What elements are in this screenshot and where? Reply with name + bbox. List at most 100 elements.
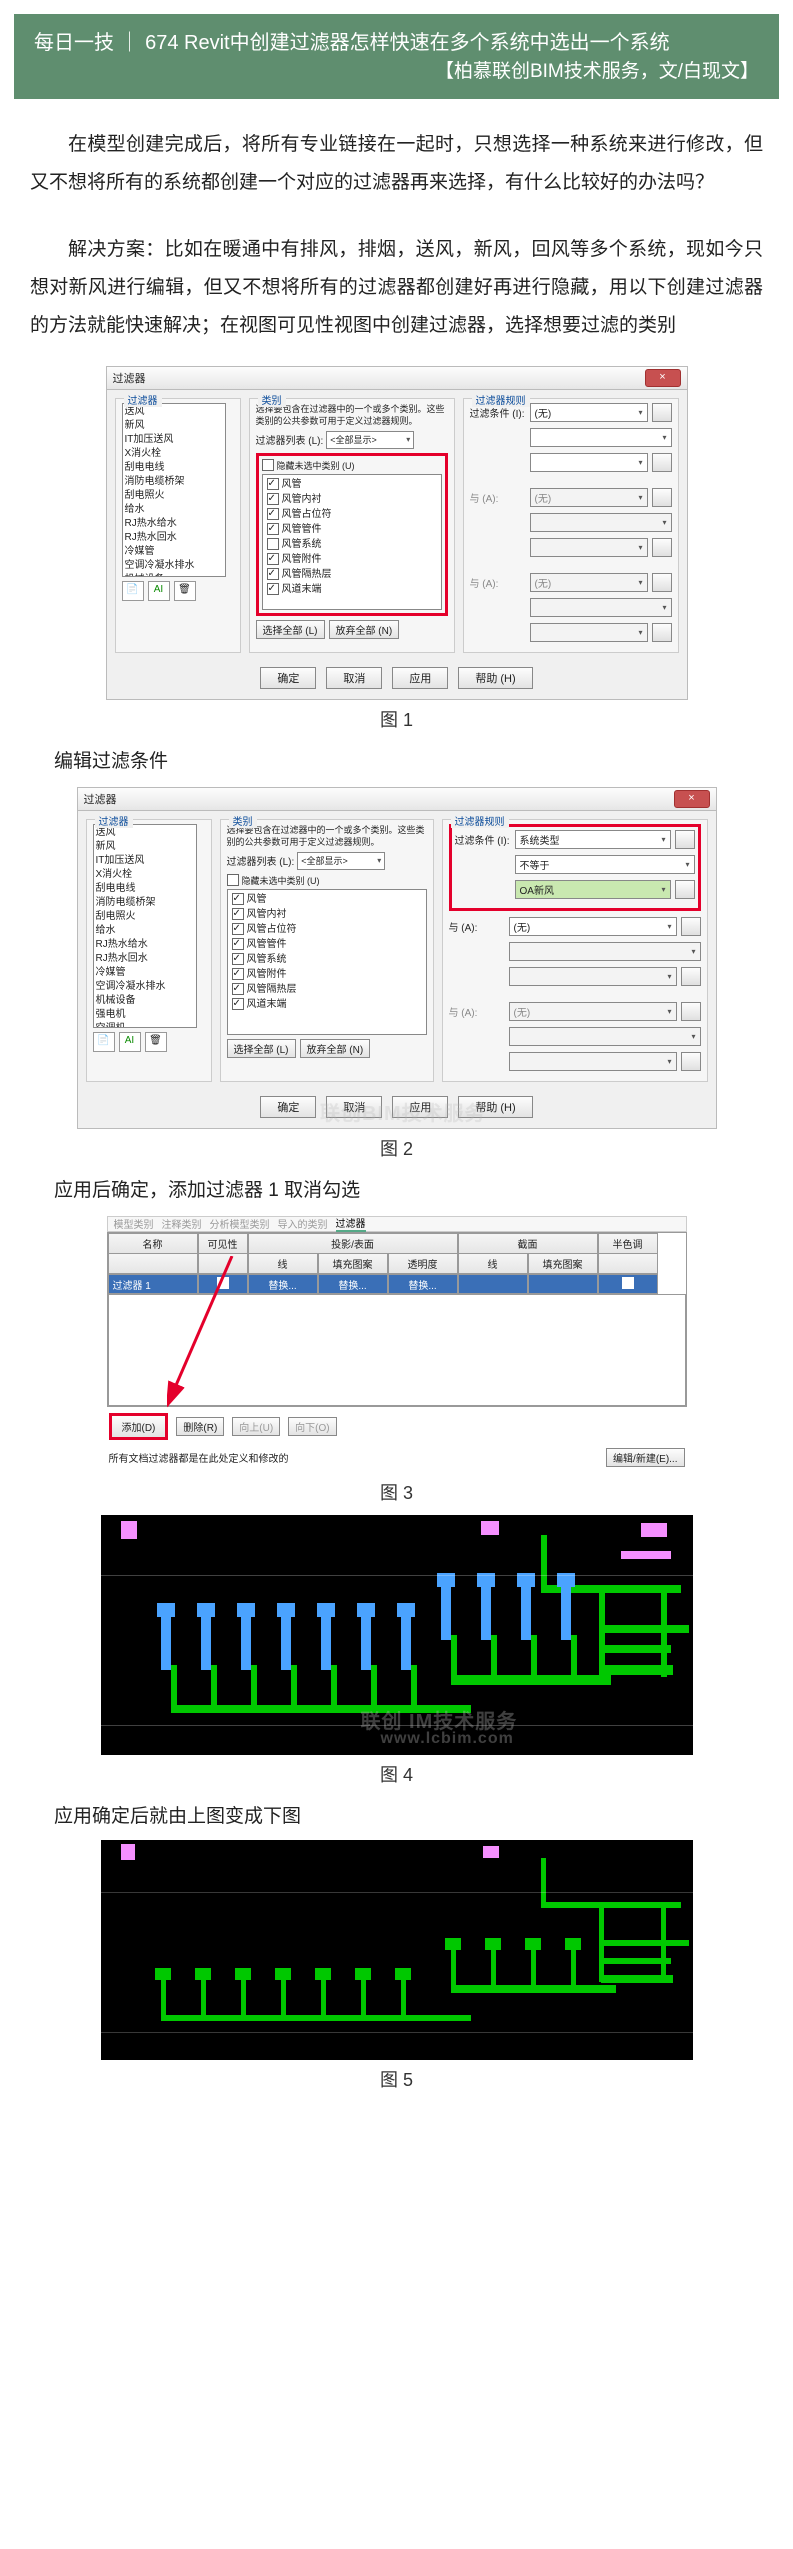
rule-combo-1b[interactable]: 不等于▾ bbox=[515, 855, 695, 874]
rule-combo-1c[interactable]: ▾ bbox=[530, 453, 648, 472]
vg-row-line-override[interactable]: 替换... bbox=[248, 1274, 318, 1294]
filter-list-item[interactable]: 刮电电线 bbox=[125, 461, 223, 475]
vg-tab[interactable]: 模型类别 bbox=[114, 1216, 154, 1231]
category-checkbox[interactable] bbox=[267, 508, 279, 520]
select-all-button[interactable]: 选择全部 (L) bbox=[256, 620, 325, 639]
rename-filter-icon[interactable]: AI bbox=[119, 1032, 141, 1052]
delete-filter-icon[interactable]: 🗑 bbox=[174, 581, 196, 601]
category-tree-item[interactable]: 风管内衬 bbox=[267, 492, 437, 507]
deselect-all-button[interactable]: 放弃全部 (N) bbox=[300, 1039, 371, 1058]
apply-button[interactable]: 应用 bbox=[392, 1096, 448, 1118]
vg-tabs[interactable]: 模型类别注释类别分析模型类别导入的类别过滤器 bbox=[107, 1216, 687, 1232]
category-checkbox[interactable] bbox=[267, 493, 279, 505]
vg-tab[interactable]: 导入的类别 bbox=[278, 1216, 328, 1231]
category-tree-item[interactable]: 风管 bbox=[267, 477, 437, 492]
hide-unchecked-checkbox[interactable] bbox=[262, 459, 274, 471]
filter-list-item[interactable]: 冷媒管 bbox=[125, 545, 223, 559]
filter-list-item[interactable]: 刮电电线 bbox=[96, 882, 194, 896]
filter-list-item[interactable]: 刮电照火 bbox=[96, 910, 194, 924]
rule-ellipsis-button[interactable] bbox=[681, 917, 701, 936]
category-tree-item[interactable]: 风管系统 bbox=[232, 952, 422, 967]
category-checkbox[interactable] bbox=[232, 998, 244, 1010]
filter-list-item[interactable]: RJ热水回水 bbox=[96, 952, 194, 966]
category-tree-item[interactable]: 风管隔热层 bbox=[232, 982, 422, 997]
filter-list-item[interactable]: 空调冷凝水排水 bbox=[96, 980, 194, 994]
filter-listbox[interactable]: 送风新风IT加压送风X消火栓刮电电线消防电缆桥架刮电照火给水RJ热水给水RJ热水… bbox=[122, 403, 226, 577]
filter-list-item[interactable]: 给水 bbox=[125, 503, 223, 517]
categories-tree[interactable]: 风管风管内衬风管占位符风管管件风管系统风管附件风管隔热层风道末端 bbox=[262, 474, 442, 610]
apply-button[interactable]: 应用 bbox=[392, 667, 448, 689]
filter-list-item[interactable]: RJ热水回水 bbox=[125, 531, 223, 545]
vg-row-cfill[interactable] bbox=[528, 1274, 598, 1294]
delete-filter-icon[interactable]: 🗑 bbox=[145, 1032, 167, 1052]
categories-tree[interactable]: 风管风管内衬风管占位符风管管件风管系统风管附件风管隔热层风道末端 bbox=[227, 889, 427, 1035]
remove-button[interactable]: 删除(R) bbox=[176, 1417, 224, 1436]
rule-combo-1a[interactable]: (无)▾ bbox=[530, 403, 648, 422]
filter-listbox[interactable]: 送风新风IT加压送风X消火栓刮电电线消防电缆桥架刮电照火给水RJ热水给水RJ热水… bbox=[93, 824, 197, 1028]
filter-list-item[interactable]: 给水 bbox=[96, 924, 194, 938]
edit-new-button[interactable]: 编辑/新建(E)... bbox=[606, 1448, 684, 1467]
rule-combo-1c[interactable]: OA新风▾ bbox=[515, 880, 671, 899]
rule-ellipsis-button[interactable] bbox=[675, 830, 695, 849]
category-tree-item[interactable]: 风管内衬 bbox=[232, 907, 422, 922]
filter-list-item[interactable]: 消防电缆桥架 bbox=[96, 896, 194, 910]
rule-ellipsis-button[interactable] bbox=[652, 403, 672, 422]
help-button[interactable]: 帮助 (H) bbox=[458, 1096, 532, 1118]
category-tree-item[interactable]: 风管占位符 bbox=[267, 507, 437, 522]
rule-combo-1b[interactable]: ▾ bbox=[530, 428, 672, 447]
vg-row-cline[interactable] bbox=[458, 1274, 528, 1294]
vg-tab[interactable]: 注释类别 bbox=[162, 1216, 202, 1231]
filter-list-item[interactable]: 送风 bbox=[125, 405, 223, 419]
category-checkbox[interactable] bbox=[267, 523, 279, 535]
rule-combo-2a[interactable]: (无)▾ bbox=[509, 917, 677, 936]
filter-list-item[interactable]: IT加压送风 bbox=[96, 854, 194, 868]
category-checkbox[interactable] bbox=[267, 568, 279, 580]
category-checkbox[interactable] bbox=[232, 953, 244, 965]
category-checkbox[interactable] bbox=[267, 553, 279, 565]
category-checkbox[interactable] bbox=[232, 923, 244, 935]
cancel-button[interactable]: 取消 bbox=[326, 667, 382, 689]
category-tree-item[interactable]: 风管隔热层 bbox=[267, 567, 437, 582]
vg-row-name[interactable]: 过滤器 1 bbox=[108, 1274, 198, 1294]
close-icon[interactable]: × bbox=[645, 369, 681, 387]
vg-row-fill-override[interactable]: 替换... bbox=[318, 1274, 388, 1294]
filter-list-item[interactable]: 冷媒管 bbox=[96, 966, 194, 980]
rule-ellipsis-button[interactable] bbox=[675, 880, 695, 899]
category-tree-item[interactable]: 风管附件 bbox=[232, 967, 422, 982]
filter-list-item[interactable]: 空调机 bbox=[96, 1022, 194, 1028]
filter-list-item[interactable]: 送风 bbox=[96, 826, 194, 840]
filter-list-item[interactable]: 刮电照火 bbox=[125, 489, 223, 503]
categories-combo[interactable]: <全部显示> ▾ bbox=[297, 852, 385, 870]
close-icon[interactable]: × bbox=[674, 790, 710, 808]
filter-list-item[interactable]: RJ热水给水 bbox=[96, 938, 194, 952]
category-tree-item[interactable]: 风道末端 bbox=[232, 997, 422, 1012]
category-checkbox[interactable] bbox=[232, 908, 244, 920]
filter-list-item[interactable]: RJ热水给水 bbox=[125, 517, 223, 531]
filter-list-item[interactable]: 强电机 bbox=[96, 1008, 194, 1022]
filter-list-item[interactable]: X消火栓 bbox=[96, 868, 194, 882]
help-button[interactable]: 帮助 (H) bbox=[458, 667, 532, 689]
ok-button[interactable]: 确定 bbox=[260, 1096, 316, 1118]
rename-filter-icon[interactable]: AI bbox=[148, 581, 170, 601]
new-filter-icon[interactable]: 📄 bbox=[93, 1032, 115, 1052]
rule-combo-1a[interactable]: 系统类型▾ bbox=[515, 830, 671, 849]
category-tree-item[interactable]: 风管占位符 bbox=[232, 922, 422, 937]
vg-row-visibility-checkbox[interactable] bbox=[198, 1274, 248, 1294]
category-tree-item[interactable]: 风道末端 bbox=[267, 582, 437, 597]
ok-button[interactable]: 确定 bbox=[260, 667, 316, 689]
new-filter-icon[interactable]: 📄 bbox=[122, 581, 144, 601]
category-checkbox[interactable] bbox=[232, 968, 244, 980]
filter-list-item[interactable]: 消防电缆桥架 bbox=[125, 475, 223, 489]
category-checkbox[interactable] bbox=[267, 583, 279, 595]
category-tree-item[interactable]: 风管附件 bbox=[267, 552, 437, 567]
categories-combo[interactable]: <全部显示> ▾ bbox=[326, 431, 414, 449]
category-tree-item[interactable]: 风管管件 bbox=[267, 522, 437, 537]
cancel-button[interactable]: 取消 bbox=[326, 1096, 382, 1118]
add-button[interactable]: 添加(D) bbox=[109, 1413, 169, 1440]
category-checkbox[interactable] bbox=[232, 893, 244, 905]
select-all-button[interactable]: 选择全部 (L) bbox=[227, 1039, 296, 1058]
filter-list-item[interactable]: X消火栓 bbox=[125, 447, 223, 461]
category-tree-item[interactable]: 风管系统 bbox=[267, 537, 437, 552]
filter-list-item[interactable]: 机械设备 bbox=[125, 573, 223, 577]
filter-list-item[interactable]: 机械设备 bbox=[96, 994, 194, 1008]
